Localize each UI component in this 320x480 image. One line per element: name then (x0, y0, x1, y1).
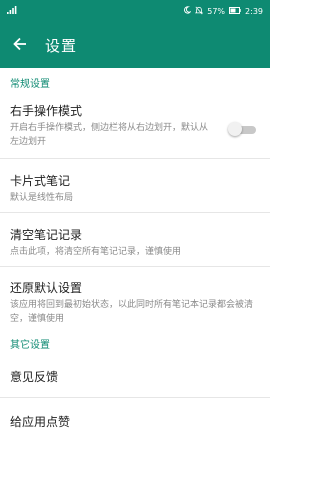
signal-icon (7, 6, 17, 16)
bell-mute-icon (195, 6, 204, 17)
setting-right-hand-mode[interactable]: 右手操作模式 开启右手操作模式，侧边栏将从右边划开，默认从左边划开 (0, 90, 270, 159)
setting-description: 默认是线性布局 (10, 193, 74, 203)
setting-title: 清空笔记记录 (10, 228, 83, 242)
back-button[interactable] (0, 22, 40, 68)
setting-description: 开启右手操作模式，侧边栏将从右边划开，默认从左边划开 (10, 123, 209, 147)
battery-icon (229, 6, 241, 16)
setting-like-app[interactable]: 给应用点赞 (0, 398, 270, 443)
setting-title: 还原默认设置 (10, 281, 83, 295)
page-title: 设置 (45, 36, 78, 55)
setting-title: 意见反馈 (10, 370, 59, 384)
section-header-general: 常规设置 (10, 79, 50, 90)
status-bar-right: 57% 2:39 (183, 6, 263, 17)
toggle-thumb (228, 122, 242, 136)
app-bar: 设置 (0, 22, 270, 68)
setting-card-note[interactable]: 卡片式笔记 默认是线性布局 (0, 159, 270, 213)
setting-feedback[interactable]: 意见反馈 (0, 353, 270, 398)
setting-restore-default[interactable]: 还原默认设置 该应用将回到最初始状态，以此同时所有笔记本记录都会被清空，谨慎使用 (0, 267, 270, 333)
setting-title: 给应用点赞 (10, 415, 71, 429)
setting-description: 点击此项，将清空所有笔记记录，谨慎使用 (10, 247, 182, 257)
status-bar: 57% 2:39 (0, 0, 270, 22)
setting-title: 右手操作模式 (10, 104, 83, 118)
setting-clear-notes[interactable]: 清空笔记记录 点击此项，将清空所有笔记记录，谨慎使用 (0, 213, 270, 267)
settings-list: 常规设置 右手操作模式 开启右手操作模式，侧边栏将从右边划开，默认从左边划开 卡… (0, 68, 270, 443)
clock: 2:39 (245, 6, 263, 16)
right-hand-mode-toggle[interactable] (228, 122, 256, 136)
battery-percent: 57% (207, 6, 226, 16)
status-bar-left (7, 6, 17, 16)
setting-description: 该应用将回到最初始状态，以此同时所有笔记本记录都会被清空，谨慎使用 (10, 300, 254, 324)
arrow-back-icon (13, 36, 27, 55)
moon-icon (183, 6, 192, 16)
setting-title: 卡片式笔记 (10, 174, 71, 188)
section-header-other: 其它设置 (10, 339, 50, 351)
